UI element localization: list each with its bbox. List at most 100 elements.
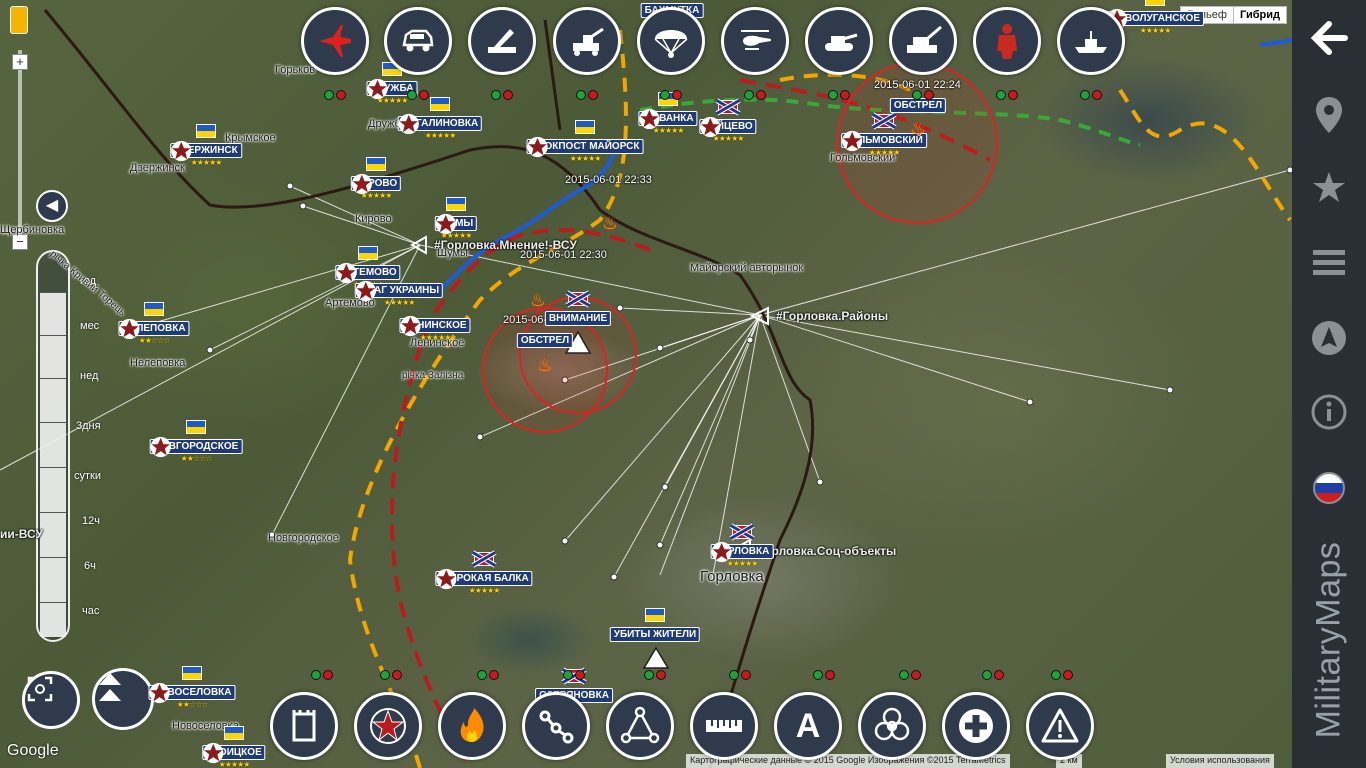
- hashtag-layer-label[interactable]: ии-ВСУ: [0, 527, 43, 541]
- map-unit-marker[interactable]: ГОРЛОВКА ★★★★★: [710, 541, 774, 568]
- hashtag-layer-label[interactable]: Горловка.Соц-объекты: [758, 544, 896, 558]
- map-unit-marker[interactable]: ФЛАГ УКРАИНЫ ★★★★★: [354, 280, 444, 307]
- tool-ruler-button[interactable]: [690, 692, 758, 760]
- status-on-led[interactable]: [912, 90, 922, 100]
- map-unit-marker[interactable]: ЗАЙЦЕВО ★★★★★: [699, 116, 757, 143]
- zoom-slider-track[interactable]: [18, 50, 22, 242]
- map-unit-marker[interactable]: УБИТЫ ЖИТЕЛИ: [609, 624, 701, 642]
- status-off-led[interactable]: [336, 90, 346, 100]
- status-on-led[interactable]: [380, 670, 390, 680]
- status-off-led[interactable]: [911, 670, 921, 680]
- status-off-led[interactable]: [741, 670, 751, 680]
- map-unit-marker[interactable]: НОВОСЕЛОВКА ★★☆☆☆: [148, 682, 236, 709]
- sound-toggle-icon[interactable]: ◀: [36, 190, 68, 222]
- status-on-led[interactable]: [563, 670, 573, 680]
- status-off-led[interactable]: [323, 670, 333, 680]
- category-tank-button[interactable]: [805, 7, 873, 75]
- status-on-led[interactable]: [644, 670, 654, 680]
- tool-triangle-net-button[interactable]: [606, 692, 674, 760]
- map-unit-marker[interactable]: КИРОВО ★★★★★: [350, 173, 402, 200]
- map-unit-marker[interactable]: ТРОИЦКОЕ ★★★★★: [202, 742, 266, 768]
- category-helicopter-button[interactable]: [721, 7, 789, 75]
- status-on-led[interactable]: [324, 90, 334, 100]
- map-unit-marker[interactable]: ЖОВАНКА ★★★★★: [638, 108, 698, 135]
- status-on-led[interactable]: [828, 90, 838, 100]
- status-off-led[interactable]: [825, 670, 835, 680]
- category-soldier-button[interactable]: [973, 7, 1041, 75]
- map-unit-marker[interactable]: ВНИМАНИЕ: [544, 308, 612, 326]
- tool-fire-button[interactable]: [438, 692, 506, 760]
- fire-icon[interactable]: ♨: [602, 213, 618, 234]
- status-off-led[interactable]: [489, 670, 499, 680]
- status-off-led[interactable]: [656, 670, 666, 680]
- status-off-led[interactable]: [840, 90, 850, 100]
- status-on-led[interactable]: [813, 670, 823, 680]
- hashtag-layer-label[interactable]: #Горловка.Районы: [776, 309, 888, 323]
- category-paratroopers-button[interactable]: [637, 7, 705, 75]
- language-button[interactable]: [1292, 458, 1366, 518]
- layers-toggle-button[interactable]: [92, 668, 154, 730]
- category-navy-button[interactable]: [1057, 7, 1125, 75]
- tool-route-button[interactable]: [522, 692, 590, 760]
- status-on-led[interactable]: [477, 670, 487, 680]
- maptype-hybrid-button[interactable]: Гибрид: [1233, 6, 1287, 24]
- status-off-led[interactable]: [1092, 90, 1102, 100]
- map-unit-marker[interactable]: ЛЕНИНСКОЕ ★★★★★: [399, 315, 471, 342]
- status-on-led[interactable]: [407, 90, 417, 100]
- tool-star-button[interactable]: [354, 692, 422, 760]
- status-off-led[interactable]: [672, 90, 682, 100]
- status-on-led[interactable]: [660, 90, 670, 100]
- category-rocket-launcher-button[interactable]: [468, 7, 536, 75]
- status-on-led[interactable]: [982, 670, 992, 680]
- map-unit-marker[interactable]: БЛОКПОСТ МАЙОРСК ★★★★★: [526, 136, 644, 163]
- map-canvas[interactable]: Рельеф Гибрид + − ◀ год мес нед 3дня сут…: [0, 0, 1292, 768]
- favorites-button[interactable]: [1292, 158, 1366, 218]
- tool-warning-button[interactable]: [1026, 692, 1094, 760]
- status-off-led[interactable]: [503, 90, 513, 100]
- tool-label-button[interactable]: A: [774, 692, 842, 760]
- status-off-led[interactable]: [588, 90, 598, 100]
- status-on-led[interactable]: [311, 670, 321, 680]
- category-artillery-button[interactable]: [553, 7, 621, 75]
- map-unit-marker[interactable]: ШУМЫ ★★★★★: [434, 213, 478, 240]
- status-off-led[interactable]: [924, 90, 934, 100]
- status-on-led[interactable]: [729, 670, 739, 680]
- map-unit-marker[interactable]: ШИРОКАЯ БАЛКА ★★★★★: [435, 568, 533, 595]
- status-on-led[interactable]: [744, 90, 754, 100]
- fullscreen-button[interactable]: [22, 671, 80, 729]
- map-unit-marker[interactable]: ОБСТРЕЛ: [516, 330, 574, 348]
- status-off-led[interactable]: [419, 90, 429, 100]
- back-button[interactable]: [1292, 8, 1366, 68]
- map-unit-marker[interactable]: НЕЛЕПОВКА ★★☆☆☆: [118, 318, 190, 345]
- status-on-led[interactable]: [996, 90, 1006, 100]
- location-button[interactable]: [1292, 85, 1366, 145]
- map-unit-marker[interactable]: ДЗЕРЖИНСК ★★★★★: [170, 140, 242, 167]
- fire-icon[interactable]: ♨: [910, 118, 926, 139]
- status-on-led[interactable]: [899, 670, 909, 680]
- category-howitzer-button[interactable]: [889, 7, 957, 75]
- terms-link[interactable]: Условия использования: [1166, 754, 1274, 768]
- status-off-led[interactable]: [392, 670, 402, 680]
- tool-checkpoint-button[interactable]: [270, 692, 338, 760]
- category-armored-car-button[interactable]: [384, 7, 452, 75]
- category-aircraft-button[interactable]: [301, 7, 369, 75]
- street-view-pegman-icon[interactable]: [10, 6, 28, 34]
- status-off-led[interactable]: [575, 670, 585, 680]
- navigate-button[interactable]: [1292, 308, 1366, 368]
- status-off-led[interactable]: [1063, 670, 1073, 680]
- status-on-led[interactable]: [1051, 670, 1061, 680]
- menu-button[interactable]: [1292, 233, 1366, 293]
- zoom-out-button[interactable]: −: [12, 234, 28, 250]
- tool-biohazard-button[interactable]: [858, 692, 926, 760]
- zoom-in-button[interactable]: +: [12, 54, 28, 70]
- time-range-slider[interactable]: [36, 250, 70, 642]
- fire-icon[interactable]: ♨: [537, 355, 553, 376]
- map-unit-marker[interactable]: ДАГАЛИНОВКА ★★★★★: [397, 113, 483, 140]
- status-on-led[interactable]: [576, 90, 586, 100]
- status-on-led[interactable]: [491, 90, 501, 100]
- tool-medical-button[interactable]: [942, 692, 1010, 760]
- map-unit-marker[interactable]: НОВГОРОДСКОЕ ★★☆☆☆: [149, 436, 243, 463]
- status-off-led[interactable]: [756, 90, 766, 100]
- info-button[interactable]: [1292, 382, 1366, 442]
- status-off-led[interactable]: [1008, 90, 1018, 100]
